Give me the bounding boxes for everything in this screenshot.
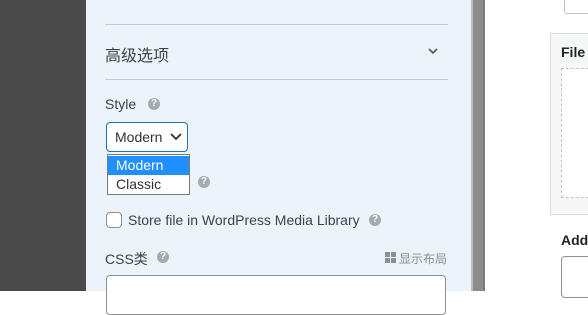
preview-input[interactable] — [564, 0, 588, 14]
divider-advanced — [105, 79, 448, 80]
grid-icon — [385, 252, 396, 263]
style-label: Style — [105, 96, 137, 112]
style-select[interactable]: Modern — [106, 122, 188, 152]
question-circle-icon[interactable]: ? — [369, 214, 381, 226]
css-class-label: CSS类 — [105, 251, 148, 267]
editor-backdrop — [0, 0, 86, 291]
file-field-label: File — [561, 44, 586, 60]
style-select-value: Modern — [115, 129, 163, 145]
field-options-panel: 高级选项 Style ? Modern Modern Classic ? Sto… — [86, 0, 471, 315]
add-field-label: Add — [561, 232, 588, 248]
question-circle-icon[interactable]: ? — [148, 98, 160, 110]
question-circle-icon[interactable]: ? — [157, 251, 169, 263]
show-layout-label: 显示布局 — [399, 252, 448, 266]
add-field-input[interactable] — [561, 256, 588, 298]
css-class-input[interactable] — [106, 275, 446, 315]
style-option-classic[interactable]: Classic — [108, 175, 189, 194]
divider-top — [105, 24, 448, 25]
file-dropzone[interactable] — [561, 68, 588, 198]
advanced-options-title: 高级选项 — [105, 48, 170, 65]
media-library-label[interactable]: Store file in WordPress Media Library — [128, 212, 360, 228]
question-circle-icon[interactable]: ? — [198, 176, 210, 188]
style-option-modern[interactable]: Modern — [108, 156, 189, 175]
chevron-down-icon — [170, 133, 182, 141]
style-dropdown-list: Modern Classic — [107, 154, 190, 195]
media-library-checkbox[interactable] — [106, 212, 122, 228]
chevron-down-icon[interactable] — [426, 44, 440, 58]
